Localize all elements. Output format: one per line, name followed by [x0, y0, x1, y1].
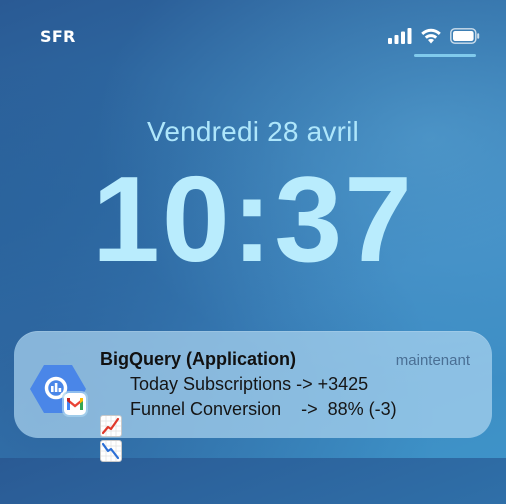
- chart-decreasing-icon: [100, 398, 122, 462]
- notification-line-text: Funnel Conversion -> 88% (-3): [130, 398, 397, 419]
- notification-line-text: Today Subscriptions -> +3425: [130, 373, 369, 394]
- control-center-indicator[interactable]: [414, 54, 476, 57]
- lock-screen-clock: 10:37: [91, 151, 415, 287]
- chart-increasing-icon: [100, 373, 122, 437]
- notification-line-conversion: Funnel Conversion -> 88% (-3): [100, 398, 397, 462]
- notification-app-name: BigQuery (Application): [100, 349, 297, 369]
- status-icons: [388, 27, 480, 45]
- notification-card[interactable]: BigQuery (Application) maintenant Today …: [14, 331, 492, 462]
- battery-icon: [450, 28, 480, 44]
- carrier-name: SFR: [40, 27, 76, 46]
- lock-screen-date: Vendredi 28 avril: [147, 116, 359, 147]
- notification-timestamp: maintenant: [395, 352, 470, 369]
- gmail-icon: [64, 393, 86, 415]
- wifi-icon: [420, 28, 442, 44]
- cellular-signal-icon: [388, 28, 412, 44]
- notification-line-subscriptions: Today Subscriptions -> +3425: [100, 373, 369, 437]
